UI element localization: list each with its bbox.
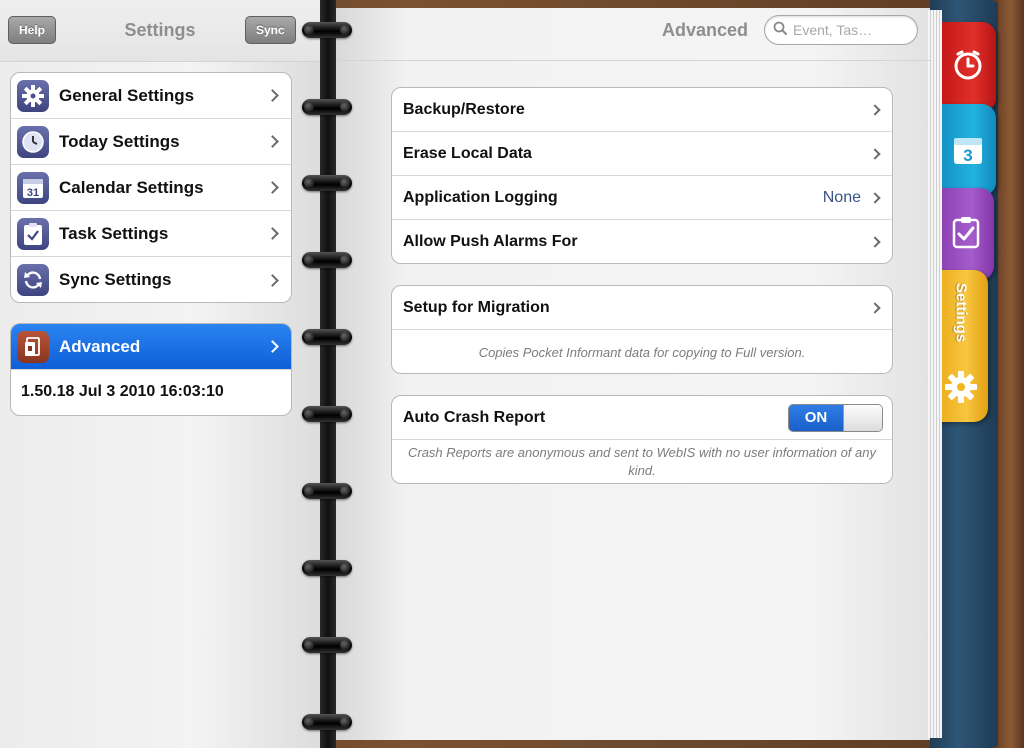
chevron-right-icon [869, 236, 881, 248]
sidebar-item-label: Sync Settings [59, 270, 172, 289]
chevron-right-icon [869, 103, 881, 116]
binder-ring [302, 714, 352, 730]
alarm-clock-icon [951, 48, 985, 87]
migration-note-row: Copies Pocket Informant data for copying… [392, 330, 892, 373]
row-label: Erase Local Data [403, 144, 532, 162]
left-header: Help Settings Sync [0, 0, 320, 62]
crash-report-toggle[interactable]: ON [788, 403, 883, 432]
binder-ring [302, 483, 352, 499]
settings-list: General Settings Today Settings 31 Calen… [10, 72, 292, 303]
task-checklist-icon [17, 217, 49, 250]
advanced-options-group: Backup/Restore Erase Local Data Applicat… [391, 87, 893, 264]
row-label: Setup for Migration [403, 298, 550, 316]
tab-today[interactable] [940, 22, 996, 112]
tab-settings[interactable]: Settings [934, 270, 988, 422]
sidebar-item-label: Advanced [59, 336, 141, 356]
sidebar-item-today-settings[interactable]: Today Settings [11, 119, 291, 165]
binder-ring [302, 175, 352, 191]
chevron-right-icon [266, 89, 279, 102]
row-label: Application Logging [403, 188, 558, 206]
calendar-icon: 31 [17, 171, 49, 204]
sidebar-item-label: Calendar Settings [59, 177, 204, 197]
calendar-tab-day: 3 [963, 146, 973, 165]
binder-ring [302, 637, 352, 653]
advanced-group: Advanced 1.50.18 Jul 3 2010 16:03:10 [10, 323, 292, 416]
setup-migration-row[interactable]: Setup for Migration [392, 286, 892, 330]
sidebar-item-label: General Settings [59, 85, 195, 105]
chevron-right-icon [869, 147, 881, 160]
tab-tasks[interactable] [938, 188, 994, 280]
logging-value: None [822, 188, 861, 206]
advanced-icon [17, 330, 49, 363]
sidebar-item-advanced[interactable]: Advanced [11, 324, 291, 370]
backup-restore-row[interactable]: Backup/Restore [392, 88, 892, 132]
row-label: Backup/Restore [403, 100, 525, 118]
toggle-knob [843, 404, 882, 431]
calendar-tab-icon: 3 [951, 133, 985, 167]
sidebar-item-task-settings[interactable]: Task Settings [11, 211, 291, 257]
chevron-right-icon [869, 301, 881, 314]
chevron-right-icon [869, 191, 881, 204]
clipboard-icon [951, 215, 981, 254]
header-divider [336, 60, 930, 61]
sync-icon [17, 264, 49, 296]
search-icon [773, 21, 787, 40]
version-info: 1.50.18 Jul 3 2010 16:03:10 [21, 383, 224, 400]
svg-text:31: 31 [27, 187, 39, 199]
chevron-right-icon [266, 340, 279, 353]
erase-local-data-row[interactable]: Erase Local Data [392, 132, 892, 176]
search-field[interactable] [764, 15, 918, 45]
migration-group: Setup for Migration Copies Pocket Inform… [391, 285, 893, 374]
crash-report-group: Auto Crash Report ON Crash Reports are a… [391, 395, 893, 484]
sync-button[interactable]: Sync [245, 16, 296, 44]
sidebar-item-calendar-settings[interactable]: 31 Calendar Settings [11, 165, 291, 211]
gear-icon [944, 370, 978, 409]
push-alarms-row[interactable]: Allow Push Alarms For [392, 220, 892, 263]
chevron-right-icon [266, 181, 279, 194]
gear-icon [17, 79, 49, 112]
binder-ring [302, 252, 352, 268]
wood-background [998, 0, 1024, 748]
chevron-right-icon [266, 135, 279, 148]
application-logging-row[interactable]: Application Logging None [392, 176, 892, 220]
migration-note: Copies Pocket Informant data for copying… [478, 344, 806, 360]
toggle-on-label: ON [789, 404, 843, 431]
binder-ring [302, 406, 352, 422]
sidebar-item-label: Today Settings [59, 131, 180, 151]
binder-ring [302, 329, 352, 345]
sidebar-item-general-settings[interactable]: General Settings [11, 73, 291, 119]
tab-settings-label: Settings [952, 283, 970, 343]
crash-note-row: Crash Reports are anonymous and sent to … [392, 440, 892, 483]
binder-ring [302, 99, 352, 115]
binder-ring [302, 560, 352, 576]
auto-crash-report-row: Auto Crash Report ON [392, 396, 892, 440]
page-edges [928, 10, 942, 738]
sidebar-item-label: Task Settings [59, 223, 169, 243]
chevron-right-icon [266, 273, 279, 287]
tab-calendar[interactable]: 3 [940, 104, 996, 196]
chevron-right-icon [266, 227, 279, 240]
binder-ring [302, 22, 352, 38]
clock-icon [17, 125, 49, 158]
page-title: Advanced [662, 20, 749, 40]
row-label: Allow Push Alarms For [403, 233, 578, 250]
sidebar-item-sync-settings[interactable]: Sync Settings [11, 257, 291, 302]
search-input[interactable] [793, 22, 911, 38]
row-label: Auto Crash Report [403, 408, 546, 426]
crash-note: Crash Reports are anonymous and sent to … [407, 445, 876, 478]
